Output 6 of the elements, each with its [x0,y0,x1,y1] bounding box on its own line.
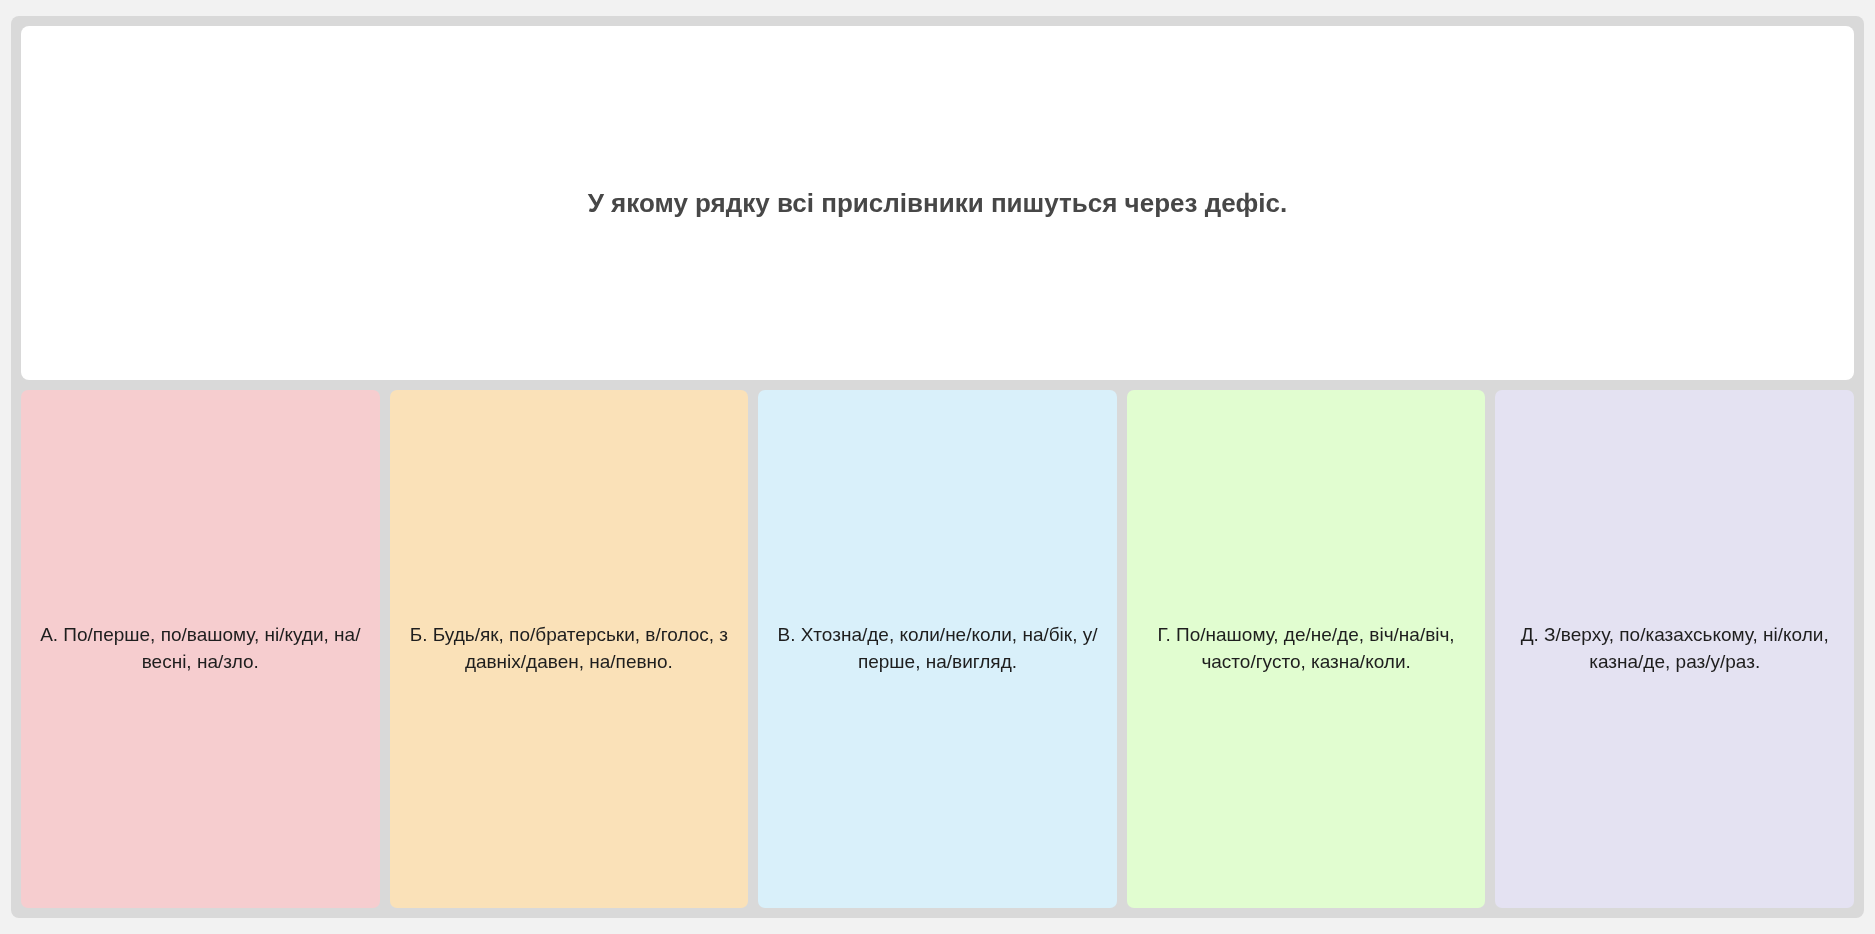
answer-option[interactable]: В. Хтозна/де, коли/не/коли, на/бік, у/перше, на/вигляд. [758,390,1117,908]
answer-option[interactable]: Г. По/нашому, де/не/де, віч/на/віч, часто/густо, казна/коли. [1126,390,1486,908]
question-text: У якому рядку всі прислівники пишуться через дефіс. [587,187,1288,219]
answer-option[interactable]: Б. Будь/як, по/братерськи, в/голос, з давніх/давен, на/певно. [389,390,749,908]
answer-option[interactable]: А. По/перше, по/вашому, ні/куди, на/весні, на/зло. [21,390,380,908]
answer-option[interactable]: Д. З/верху, по/казахському, ні/коли, казна/де, раз/у/раз. [1495,390,1854,908]
